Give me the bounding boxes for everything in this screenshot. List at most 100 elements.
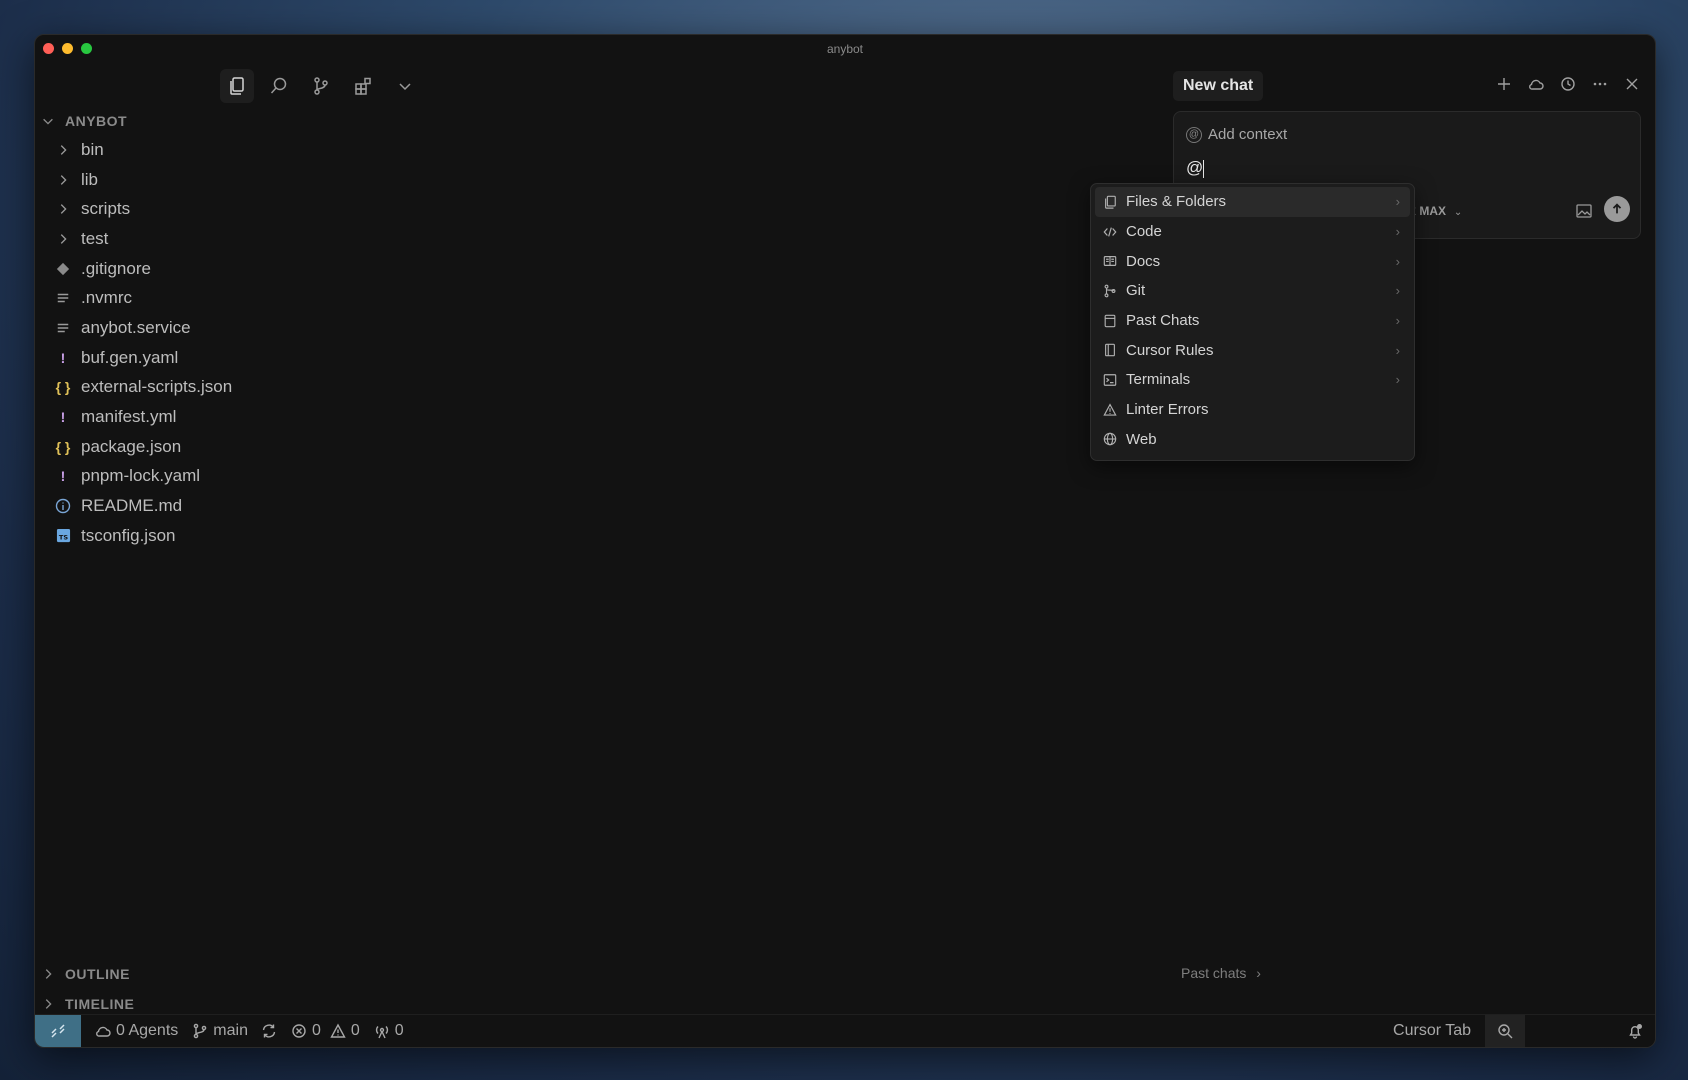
file-item[interactable]: ! pnpm-lock.yaml: [35, 462, 455, 492]
chat-tab-title[interactable]: New chat: [1173, 71, 1264, 101]
cursor-tab-status[interactable]: Cursor Tab: [1393, 1022, 1471, 1040]
terminal-icon: [1102, 372, 1118, 388]
menu-item-label: Terminals: [1126, 371, 1191, 389]
menu-item-code[interactable]: Code ›: [1095, 217, 1410, 247]
menu-item-docs[interactable]: Docs ›: [1095, 246, 1410, 276]
chevron-right-icon: [53, 232, 73, 246]
explorer-root-header[interactable]: ANYBOT: [35, 107, 455, 135]
chat-history-button[interactable]: [1557, 73, 1579, 95]
folder-item[interactable]: lib: [35, 165, 455, 195]
branch-status[interactable]: main: [192, 1022, 277, 1040]
tree-item-label: test: [81, 228, 109, 248]
info-icon: [53, 498, 73, 514]
explorer-button[interactable]: [220, 69, 254, 103]
more-views-button[interactable]: [388, 69, 422, 103]
menu-item-git[interactable]: Git ›: [1095, 276, 1410, 306]
remote-indicator[interactable]: [35, 1015, 81, 1047]
chevron-right-icon: ›: [1395, 342, 1400, 358]
background-agent-button[interactable]: [1525, 73, 1547, 95]
chat-input-text[interactable]: @: [1186, 158, 1205, 178]
chat-header: New chat: [1173, 67, 1643, 103]
file-item[interactable]: .gitignore: [35, 254, 455, 284]
file-tree: bin lib scripts test .gitignore .nvmrc anybot.…: [35, 135, 455, 551]
close-icon: [1626, 78, 1638, 90]
cloud-icon: [1529, 79, 1544, 90]
branch-label: main: [213, 1022, 248, 1039]
chevron-right-icon: ›: [1395, 194, 1400, 210]
past-chats-link[interactable]: Past chats ›: [1181, 965, 1261, 981]
close-chat-button[interactable]: [1621, 73, 1643, 95]
extensions-button[interactable]: [346, 69, 380, 103]
chat-actions: [1493, 73, 1643, 95]
problems-status[interactable]: 0 0: [291, 1022, 360, 1040]
agents-label: 0 Agents: [116, 1022, 179, 1039]
add-context-label: Add context: [1208, 126, 1288, 143]
context-menu: Files & Folders › Code › Docs › Git › Past Chats…: [1090, 183, 1415, 461]
file-item[interactable]: { } package.json: [35, 432, 455, 462]
chevron-down-icon: ⌄: [1453, 207, 1463, 218]
broadcast-icon: [375, 1026, 388, 1039]
remote-icon: [51, 1024, 65, 1038]
tree-item-label: lib: [81, 169, 99, 189]
menu-item-web[interactable]: Web: [1095, 425, 1410, 455]
file-item[interactable]: { } external-scripts.json: [35, 373, 455, 403]
sync-icon[interactable]: [261, 1023, 277, 1039]
ellipsis-icon: [1593, 82, 1607, 86]
file-item[interactable]: README.md: [35, 491, 455, 521]
chevron-right-icon: ›: [1395, 283, 1400, 299]
menu-item-linter-errors[interactable]: Linter Errors: [1095, 395, 1410, 425]
menu-item-files-folders[interactable]: Files & Folders ›: [1095, 187, 1410, 217]
menu-item-past-chats[interactable]: Past Chats ›: [1095, 306, 1410, 336]
notifications-button[interactable]: [1615, 1023, 1655, 1039]
warning-icon: [330, 1023, 346, 1038]
file-item[interactable]: ! manifest.yml: [35, 402, 455, 432]
model-badge: MAX: [1419, 204, 1447, 218]
file-explorer: ANYBOT bin lib scripts test .gitignore .nvmrc…: [35, 107, 455, 551]
tree-item-label: scripts: [81, 199, 131, 219]
explorer-root-label: ANYBOT: [65, 113, 128, 129]
folder-item[interactable]: scripts: [35, 194, 455, 224]
warning-icon: [1102, 402, 1118, 418]
at-sign-icon: @: [1186, 126, 1202, 143]
tree-item-label: manifest.yml: [81, 407, 177, 427]
warnings-count: 0: [350, 1022, 360, 1039]
chevron-right-icon: ›: [1395, 253, 1400, 269]
chevron-right-icon: ›: [1395, 313, 1400, 329]
attach-image-button[interactable]: [1576, 204, 1592, 218]
title-bar: anybot: [35, 35, 1655, 61]
outline-label: OUTLINE: [65, 966, 130, 982]
file-item[interactable]: .nvmrc: [35, 283, 455, 313]
file-item[interactable]: TS tsconfig.json: [35, 521, 455, 551]
search-button[interactable]: [262, 69, 296, 103]
tree-item-label: README.md: [81, 496, 183, 516]
send-button[interactable]: [1604, 196, 1630, 222]
past-chats-label: Past chats: [1181, 965, 1247, 981]
more-options-button[interactable]: [1589, 73, 1611, 95]
tree-item-label: tsconfig.json: [81, 525, 176, 545]
folder-item[interactable]: test: [35, 224, 455, 254]
ports-status[interactable]: 0: [374, 1022, 404, 1040]
add-context-button[interactable]: @ Add context: [1186, 126, 1287, 143]
agents-status[interactable]: 0 Agents: [95, 1022, 178, 1040]
zoom-button[interactable]: [1485, 1015, 1525, 1047]
chevron-right-icon: [53, 173, 73, 187]
source-control-button[interactable]: [304, 69, 338, 103]
svg-text:TS: TS: [58, 534, 67, 542]
chevron-right-icon: ›: [1395, 372, 1400, 388]
text-file-icon: [53, 321, 73, 335]
git-branch-icon: [193, 1023, 207, 1039]
tree-item-label: anybot.service: [81, 317, 191, 337]
chat-history-icon: [1102, 313, 1118, 329]
files-icon: [1102, 194, 1118, 210]
new-chat-button[interactable]: [1493, 73, 1515, 95]
file-item[interactable]: anybot.service: [35, 313, 455, 343]
folder-item[interactable]: bin: [35, 135, 455, 165]
chevron-right-icon: ›: [1256, 965, 1261, 981]
file-item[interactable]: ! buf.gen.yaml: [35, 343, 455, 373]
outline-section[interactable]: OUTLINE: [35, 959, 455, 989]
menu-item-label: Linter Errors: [1126, 401, 1209, 419]
code-icon: [1102, 224, 1118, 240]
menu-item-terminals[interactable]: Terminals ›: [1095, 365, 1410, 395]
menu-item-cursor-rules[interactable]: Cursor Rules ›: [1095, 335, 1410, 365]
files-icon: [230, 77, 244, 95]
